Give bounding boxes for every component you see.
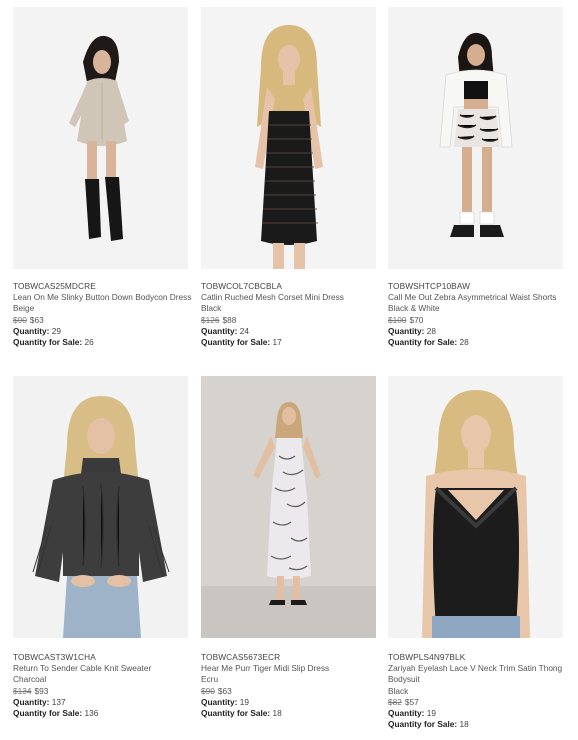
quantity-row: Quantity: 137 xyxy=(13,697,193,708)
quantity-for-sale-label: Quantity for Sale: xyxy=(201,708,271,719)
product-name[interactable]: Return To Sender Cable Knit Sweater xyxy=(13,663,193,674)
quantity-value: 29 xyxy=(51,325,61,336)
product-sku: TOBWCAS5673ECR xyxy=(201,652,281,662)
quantity-label: Quantity: xyxy=(13,325,50,336)
original-price: $100 xyxy=(388,314,407,325)
quantity-for-sale-label: Quantity for Sale: xyxy=(201,337,271,348)
product-name[interactable]: Call Me Out Zebra Asymmetrical Waist Sho… xyxy=(388,292,568,303)
original-price: $126 xyxy=(201,314,220,325)
product-image[interactable] xyxy=(201,376,376,638)
quantity-value: 19 xyxy=(426,708,436,719)
product-sku: TOBWCAST3W1CHA xyxy=(13,652,96,662)
quantity-row: Quantity: 19 xyxy=(388,708,568,719)
product-sku: TOBWCOL7CBCBLA xyxy=(201,281,283,291)
quantity-label: Quantity: xyxy=(201,325,238,336)
quantity-for-sale-label: Quantity for Sale: xyxy=(388,337,458,348)
product-color: Beige xyxy=(13,303,35,314)
quantity-value: 28 xyxy=(426,325,436,336)
quantity-for-sale-row: Quantity for Sale: 28 xyxy=(388,337,568,348)
quantity-row: Quantity: 29 xyxy=(13,326,193,337)
sale-price: $93 xyxy=(34,685,49,696)
product-sku: TOBWSHTCP10BAW xyxy=(388,281,471,291)
product-color: Ecru xyxy=(201,674,219,685)
product-image[interactable] xyxy=(13,376,188,638)
product-color: Charcoal xyxy=(13,674,47,685)
product-sku: TOBWCAS25MDCRE xyxy=(13,281,96,291)
quantity-for-sale-row: Quantity for Sale: 18 xyxy=(201,708,381,719)
product-color: Black xyxy=(388,685,409,696)
sale-price: $63 xyxy=(217,685,232,696)
product-price: $90 $63 xyxy=(13,315,193,326)
quantity-for-sale-value: 18 xyxy=(459,719,469,730)
product-name[interactable]: Hear Me Purr Tiger Midi Slip Dress xyxy=(201,663,381,674)
quantity-for-sale-value: 17 xyxy=(272,337,282,348)
sale-price: $88 xyxy=(222,314,237,325)
quantity-row: Quantity: 24 xyxy=(201,326,381,337)
quantity-value: 19 xyxy=(239,696,249,707)
product-sku: TOBWPLS4N97BLK xyxy=(388,652,466,662)
quantity-value: 24 xyxy=(239,325,249,336)
sale-price: $63 xyxy=(29,314,44,325)
quantity-for-sale-value: 18 xyxy=(272,708,282,719)
quantity-row: Quantity: 19 xyxy=(201,697,381,708)
original-price: $134 xyxy=(13,685,32,696)
quantity-row: Quantity: 28 xyxy=(388,326,568,337)
quantity-for-sale-row: Quantity for Sale: 136 xyxy=(13,708,193,719)
product-image[interactable] xyxy=(388,7,563,269)
product-price: $134 $93 xyxy=(13,686,193,697)
quantity-label: Quantity: xyxy=(388,708,425,719)
product-price: $82 $57 xyxy=(388,697,568,708)
product-name[interactable]: Lean On Me Slinky Button Down Bodycon Dr… xyxy=(13,292,193,303)
product-price: $100 $70 xyxy=(388,315,568,326)
quantity-for-sale-row: Quantity for Sale: 26 xyxy=(13,337,193,348)
product-name-line2[interactable]: Bodysuit xyxy=(388,674,568,685)
sale-price: $57 xyxy=(404,696,419,707)
original-price: $90 xyxy=(201,685,215,696)
quantity-for-sale-label: Quantity for Sale: xyxy=(388,719,458,730)
quantity-for-sale-value: 26 xyxy=(84,337,94,348)
quantity-value: 137 xyxy=(51,696,66,707)
original-price: $90 xyxy=(13,314,27,325)
product-name[interactable]: Zariyah Eyelash Lace V Neck Trim Satin T… xyxy=(388,663,568,674)
product-color: Black xyxy=(201,303,222,314)
sale-price: $70 xyxy=(409,314,424,325)
quantity-for-sale-row: Quantity for Sale: 18 xyxy=(388,719,568,730)
quantity-for-sale-label: Quantity for Sale: xyxy=(13,708,83,719)
quantity-label: Quantity: xyxy=(201,696,238,707)
quantity-for-sale-label: Quantity for Sale: xyxy=(13,337,83,348)
product-color: Black & White xyxy=(388,303,440,314)
original-price: $82 xyxy=(388,696,402,707)
quantity-for-sale-value: 28 xyxy=(459,337,469,348)
product-name[interactable]: Catlin Ruched Mesh Corset Mini Dress xyxy=(201,292,381,303)
quantity-label: Quantity: xyxy=(388,325,425,336)
product-price: $90 $63 xyxy=(201,686,381,697)
product-price: $126 $88 xyxy=(201,315,381,326)
product-image[interactable] xyxy=(13,7,188,269)
quantity-for-sale-value: 136 xyxy=(84,708,99,719)
product-image[interactable] xyxy=(201,7,376,269)
product-image[interactable] xyxy=(388,376,563,638)
quantity-for-sale-row: Quantity for Sale: 17 xyxy=(201,337,381,348)
quantity-label: Quantity: xyxy=(13,696,50,707)
